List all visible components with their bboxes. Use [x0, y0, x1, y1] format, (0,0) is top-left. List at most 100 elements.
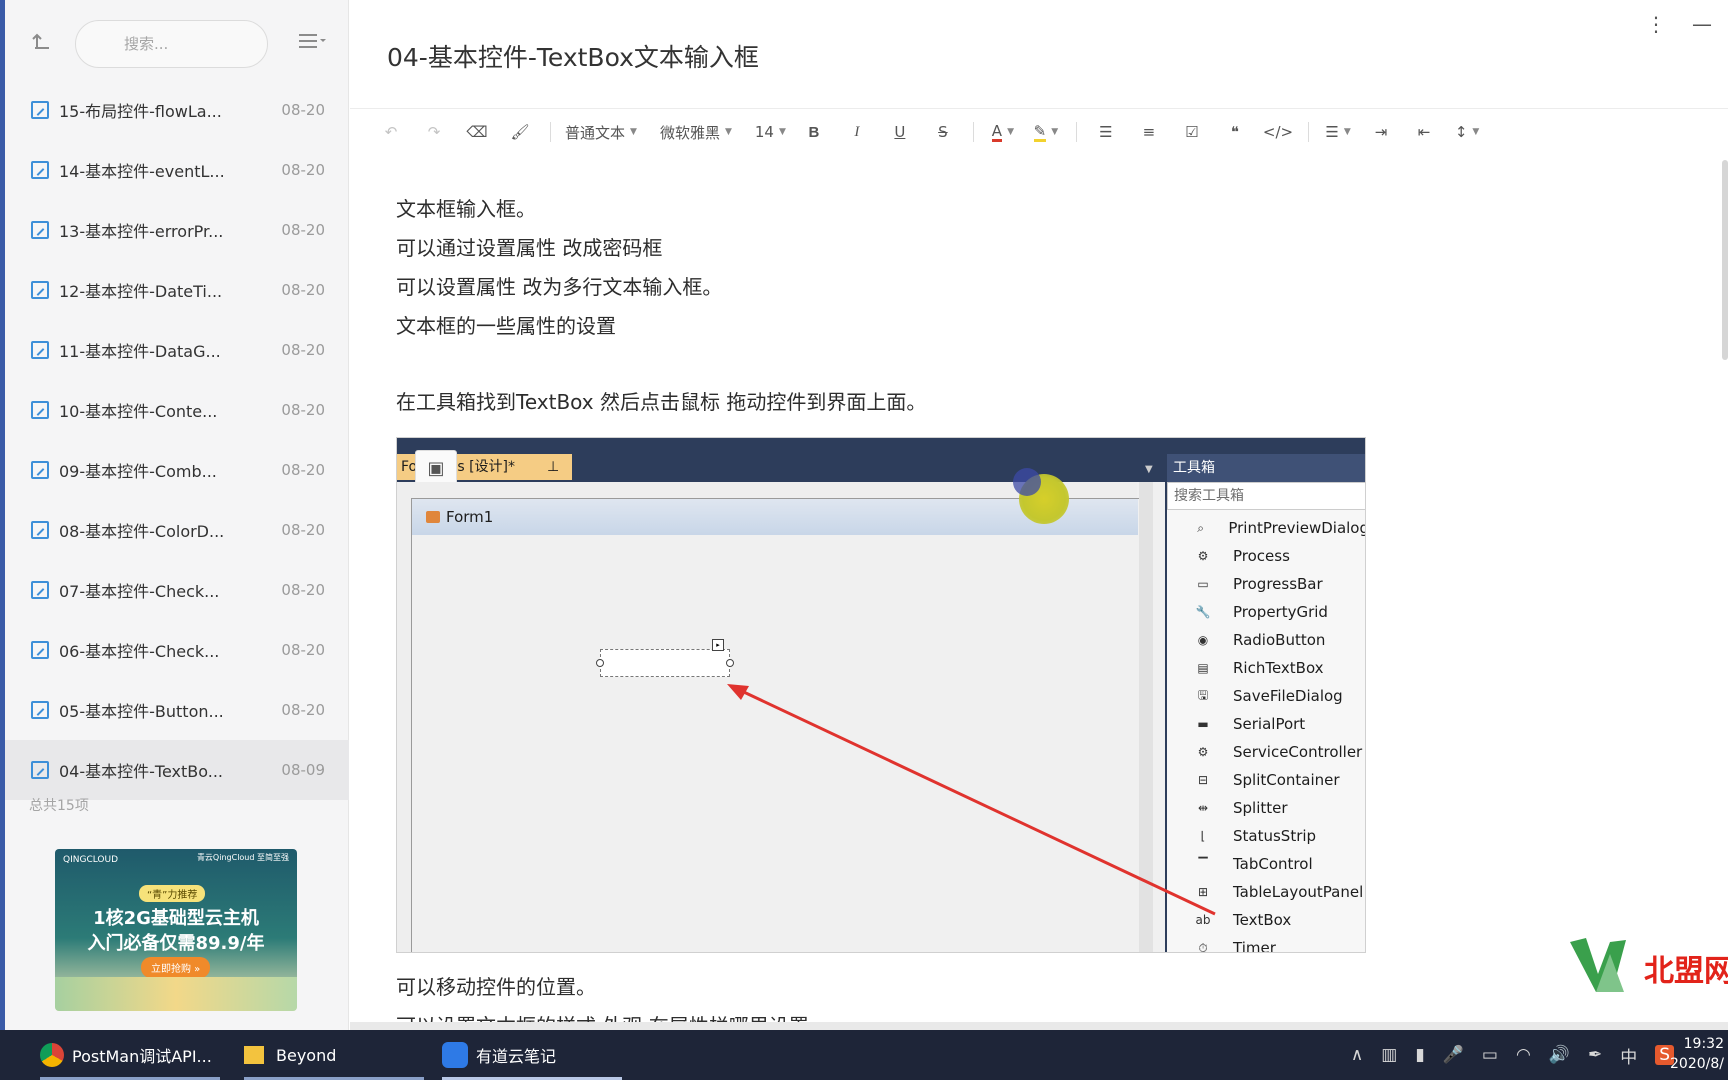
- note-icon: [31, 341, 49, 359]
- minimize-icon[interactable]: —: [1692, 12, 1712, 36]
- chevron-down-icon: ▼: [1051, 127, 1059, 137]
- note-icon: [31, 401, 49, 419]
- list-item[interactable]: 13-基本控件-errorPr... 08-20: [5, 200, 349, 260]
- eraser-icon[interactable]: ⌫: [462, 115, 492, 149]
- underline-icon[interactable]: U: [885, 115, 915, 149]
- note-title: 13-基本控件-errorPr...: [59, 222, 224, 241]
- ad-buy-button[interactable]: 立即抢购 »: [141, 957, 211, 978]
- note-icon: [31, 521, 49, 539]
- note-icon: [31, 221, 49, 239]
- sort-menu-icon[interactable]: [297, 32, 327, 55]
- battery-icon[interactable]: ▭: [1482, 1045, 1498, 1065]
- pen-icon[interactable]: ✒: [1588, 1045, 1602, 1065]
- microphone-icon[interactable]: 🎤: [1443, 1045, 1464, 1065]
- font-size-select[interactable]: 14 ▼: [755, 115, 786, 149]
- back-up-icon[interactable]: [31, 30, 59, 58]
- ime-indicator[interactable]: 中: [1620, 1043, 1637, 1068]
- line-height-icon[interactable]: ↕ ▼: [1452, 115, 1482, 149]
- numbered-list-icon[interactable]: ≡: [1134, 115, 1164, 149]
- folder-icon: [244, 1046, 264, 1064]
- bold-icon[interactable]: B: [799, 115, 829, 149]
- usb-icon[interactable]: ▮: [1415, 1045, 1424, 1065]
- note-title: 10-基本控件-Conte...: [59, 402, 218, 421]
- paragraph-style-select[interactable]: 普通文本 ▼: [565, 115, 637, 149]
- format-painter-icon[interactable]: 🖌: [505, 115, 535, 149]
- list-item-selected[interactable]: 04-基本控件-TextBo... 08-09: [5, 740, 349, 800]
- ad-price-line: 入门必备仅需89.9/年: [87, 933, 265, 954]
- document-body[interactable]: 文本框输入框。 可以通过设置属性 改成密码框 可以设置属性 改为多行文本输入框。…: [396, 190, 926, 422]
- highlight-icon[interactable]: ✎ ▼: [1031, 115, 1061, 149]
- chrome-icon: [40, 1043, 64, 1067]
- paragraph: 文本框输入框。: [396, 197, 536, 221]
- list-item[interactable]: 07-基本控件-Check... 08-20: [5, 560, 349, 620]
- note-title: 14-基本控件-eventL...: [59, 162, 225, 181]
- embedded-screenshot[interactable]: Form1.cs [设计]*⊥ ✕ ▼ ▣ Form1 ▸ 工具箱 搜索工具箱 …: [396, 437, 1366, 953]
- note-title: 11-基本控件-DataG...: [59, 342, 221, 361]
- ad-pill: “青”力推荐: [139, 885, 206, 902]
- toolbar-divider: [550, 122, 551, 142]
- list-item[interactable]: 12-基本控件-DateTi... 08-20: [5, 260, 349, 320]
- quote-icon[interactable]: ❝: [1220, 115, 1250, 149]
- list-item[interactable]: 10-基本控件-Conte... 08-20: [5, 380, 349, 440]
- editor-scrollbar[interactable]: [1722, 160, 1728, 360]
- sidebar-header: 搜索...: [5, 0, 349, 92]
- chevron-up-icon[interactable]: ∧: [1351, 1045, 1363, 1065]
- font-family-value: 微软雅黑: [659, 123, 720, 142]
- redo-icon[interactable]: ↷: [419, 115, 449, 149]
- checkbox-icon[interactable]: ☑: [1177, 115, 1207, 149]
- search-input[interactable]: 搜索...: [75, 20, 268, 68]
- horizontal-scrollbar[interactable]: [350, 1022, 1728, 1030]
- list-item[interactable]: 05-基本控件-Button... 08-20: [5, 680, 349, 740]
- ad-banner[interactable]: QINGCLOUD 青云QingCloud 至简至强 “青”力推荐 1核2G基础…: [55, 849, 297, 1011]
- list-item[interactable]: 15-布局控件-flowLa... 08-20: [5, 80, 349, 140]
- font-color-icon[interactable]: A ▼: [988, 115, 1018, 149]
- align-icon[interactable]: ☰ ▼: [1323, 115, 1353, 149]
- italic-icon[interactable]: I: [842, 115, 872, 149]
- note-icon: [31, 461, 49, 479]
- taskbar-app-postman[interactable]: PostMan调试API...: [40, 1030, 220, 1080]
- note-count: 总共15项: [29, 798, 89, 814]
- taskbar-label: PostMan调试API...: [72, 1047, 212, 1066]
- paragraph: 文本框的一些属性的设置: [396, 314, 616, 338]
- note-date: 08-20: [281, 461, 325, 479]
- chevron-down-icon: ▼: [630, 127, 637, 137]
- note-date: 08-20: [281, 701, 325, 719]
- note-icon: [31, 581, 49, 599]
- font-family-select[interactable]: 微软雅黑 ▼: [660, 115, 732, 149]
- list-item[interactable]: 14-基本控件-eventL... 08-20: [5, 140, 349, 200]
- taskbar-app-youdao[interactable]: 有道云笔记: [442, 1030, 622, 1080]
- undo-icon[interactable]: ↶: [376, 115, 406, 149]
- clock[interactable]: 19:32 2020/8/: [1670, 1034, 1724, 1074]
- strikethrough-icon[interactable]: S: [928, 115, 958, 149]
- watermark-text: 北盟网校: [1644, 954, 1728, 986]
- list-item[interactable]: 06-基本控件-Check... 08-20: [5, 620, 349, 680]
- list-item[interactable]: 09-基本控件-Comb... 08-20: [5, 440, 349, 500]
- clock-time: 19:32: [1683, 1036, 1724, 1052]
- wifi-icon[interactable]: ◠: [1516, 1045, 1531, 1065]
- list-item[interactable]: 08-基本控件-ColorD... 08-20: [5, 500, 349, 560]
- volume-icon[interactable]: 🔊: [1549, 1045, 1570, 1065]
- bullet-list-icon[interactable]: ☰: [1091, 115, 1121, 149]
- note-icon: [31, 761, 49, 779]
- chevron-down-icon: ▼: [778, 127, 786, 137]
- title-divider: [350, 108, 1728, 109]
- network-app-icon[interactable]: ▥: [1381, 1045, 1397, 1065]
- note-title: 04-基本控件-TextBo...: [59, 762, 224, 781]
- paragraph: 可以通过设置属性 改成密码框: [396, 236, 663, 260]
- indent-icon[interactable]: ⇥: [1366, 115, 1396, 149]
- code-icon[interactable]: </>: [1263, 115, 1293, 149]
- page-title[interactable]: 04-基本控件-TextBox文本输入框: [387, 38, 759, 74]
- start-edge: [0, 1030, 10, 1080]
- list-item[interactable]: 11-基本控件-DataG... 08-20: [5, 320, 349, 380]
- font-size-value: 14: [754, 123, 774, 141]
- annotation-arrow: [727, 684, 1216, 916]
- document-body-continued[interactable]: 可以移动控件的位置。 可以设置文本框的样式 外观 在属性栏哪里设置: [396, 968, 809, 1023]
- chevron-down-icon: ▼: [1343, 127, 1351, 137]
- ad-headline: 1核2G基础型云主机: [93, 908, 259, 929]
- outdent-icon[interactable]: ⇤: [1409, 115, 1439, 149]
- notes-sidebar: 搜索... 15-布局控件-flowLa... 08-20 14-基本控件-eve…: [5, 0, 349, 1030]
- ad-brand: QINGCLOUD: [63, 855, 119, 865]
- more-options-icon[interactable]: ⋮: [1646, 12, 1666, 36]
- taskbar-app-beyond[interactable]: Beyond: [244, 1030, 424, 1080]
- note-date: 08-20: [281, 221, 325, 239]
